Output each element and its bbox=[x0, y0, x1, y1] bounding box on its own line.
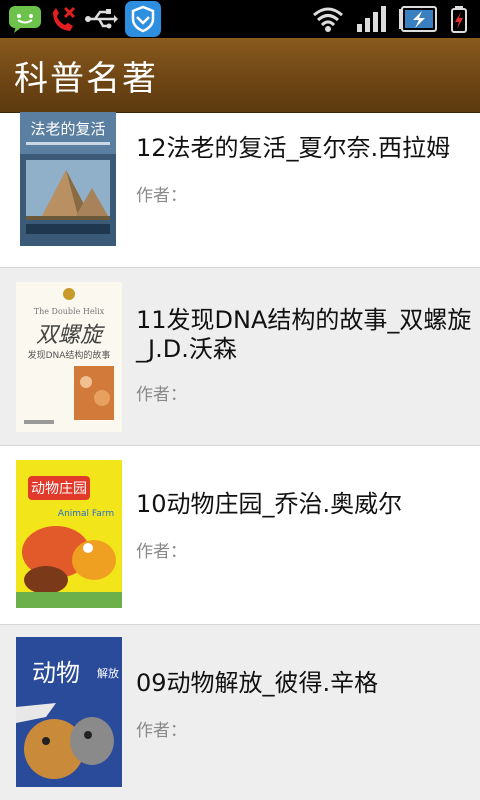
list-item[interactable]: 动物 解放 09动物解放_彼得.辛格 作者： bbox=[0, 625, 480, 800]
status-bar bbox=[0, 0, 480, 38]
battery-icon bbox=[398, 6, 438, 32]
svg-text:解放: 解放 bbox=[97, 666, 119, 680]
book-title: 10动物庄园_乔治.奥威尔 bbox=[136, 490, 403, 518]
book-cover-image: The Double Helix 双螺旋 发现DNA结构的故事 bbox=[16, 282, 122, 432]
missed-call-icon bbox=[48, 4, 78, 34]
book-title: 09动物解放_彼得.辛格 bbox=[136, 669, 379, 697]
message-icon bbox=[8, 4, 42, 34]
book-cover-image: 动物 解放 bbox=[16, 637, 122, 787]
book-info: 09动物解放_彼得.辛格 作者： bbox=[136, 669, 472, 741]
book-author: 作者： bbox=[136, 721, 187, 741]
book-author: 作者： bbox=[136, 186, 187, 206]
book-info: 10动物庄园_乔治.奥威尔 作者： bbox=[136, 490, 472, 562]
book-author: 作者： bbox=[136, 542, 187, 562]
header-bar: 科普名著 bbox=[0, 38, 480, 113]
wifi-icon bbox=[312, 5, 344, 33]
svg-text:发现DNA结构的故事: 发现DNA结构的故事 bbox=[28, 349, 111, 361]
page-title: 科普名著 bbox=[14, 58, 158, 99]
list-item[interactable]: The Double Helix 双螺旋 发现DNA结构的故事 11发现DNA结… bbox=[0, 268, 480, 446]
book-title: 11发现DNA结构的故事_双螺旋_J.D.沃森 bbox=[136, 306, 472, 363]
book-title: 12法老的复活_夏尔奈.西拉姆 bbox=[136, 134, 451, 162]
book-list[interactable]: 法老的复活 12法老的复活_夏尔奈.西拉姆 作者： The Double Hel… bbox=[0, 112, 480, 800]
charging-icon bbox=[450, 5, 468, 33]
svg-text:The Double Helix: The Double Helix bbox=[34, 307, 105, 316]
book-cover-image: 动物庄园 Animal Farm bbox=[16, 460, 122, 608]
book-info: 11发现DNA结构的故事_双螺旋_J.D.沃森 作者： bbox=[136, 306, 472, 405]
svg-text:Animal Farm: Animal Farm bbox=[58, 509, 114, 519]
svg-text:动物庄园: 动物庄园 bbox=[31, 480, 87, 497]
book-cover-image: 法老的复活 bbox=[20, 112, 116, 246]
list-item[interactable]: 法老的复活 12法老的复活_夏尔奈.西拉姆 作者： bbox=[0, 112, 480, 268]
list-item[interactable]: 动物庄园 Animal Farm 10动物庄园_乔治.奥威尔 作者： bbox=[0, 446, 480, 625]
book-info: 12法老的复活_夏尔奈.西拉姆 作者： bbox=[136, 134, 472, 206]
svg-text:法老的复活: 法老的复活 bbox=[30, 120, 105, 138]
signal-icon bbox=[356, 5, 386, 33]
book-author: 作者： bbox=[136, 385, 187, 405]
usb-icon bbox=[84, 6, 118, 32]
svg-text:双螺旋: 双螺旋 bbox=[36, 323, 105, 348]
svg-text:动物: 动物 bbox=[32, 659, 80, 687]
shield-app-icon bbox=[124, 0, 162, 38]
